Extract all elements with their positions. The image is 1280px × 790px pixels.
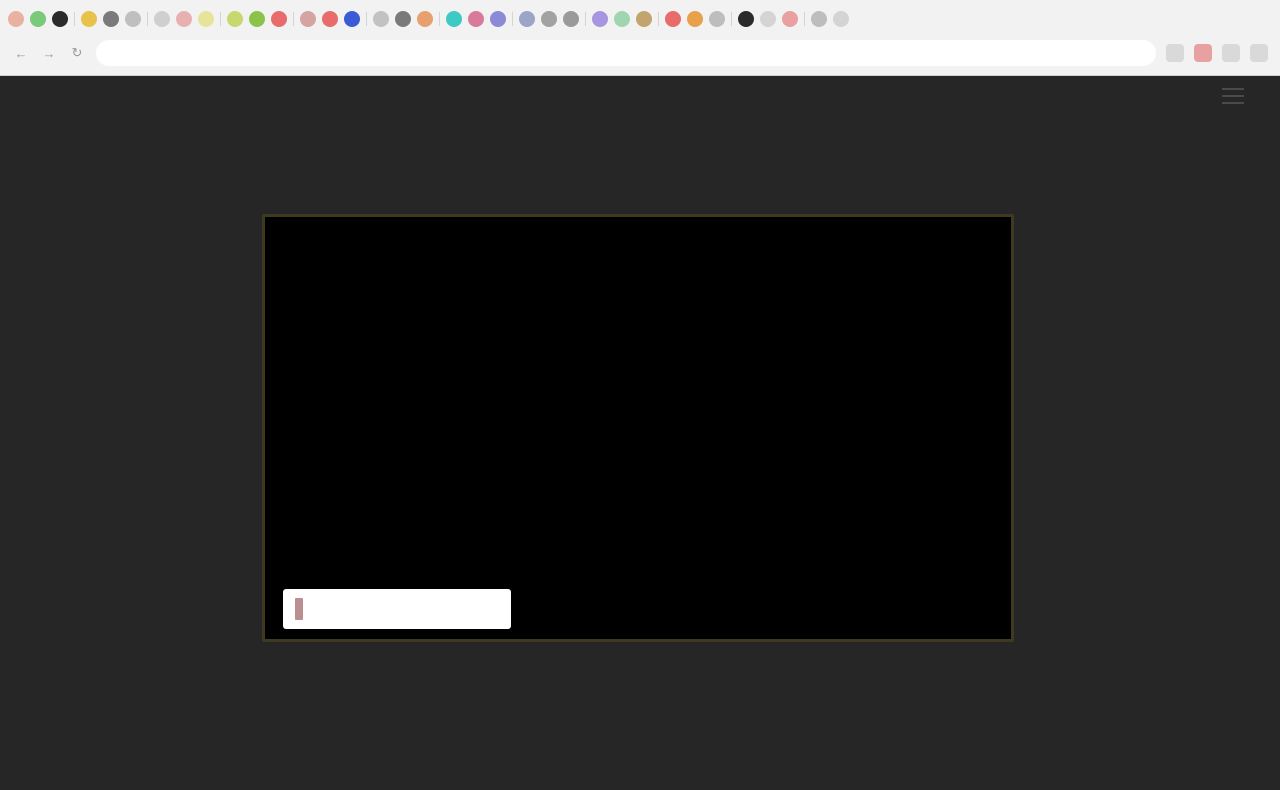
tab-separator: [439, 12, 440, 26]
tab-favicon-icon[interactable]: [833, 11, 849, 27]
tab-favicon-icon[interactable]: [592, 11, 608, 27]
tab-favicon-icon[interactable]: [782, 11, 798, 27]
tab-favicon-icon[interactable]: [271, 11, 287, 27]
consent-modal: [262, 214, 1014, 642]
tab-separator: [147, 12, 148, 26]
site-header: [0, 76, 1280, 116]
tab-favicon-icon[interactable]: [125, 11, 141, 27]
tab-favicon-icon[interactable]: [687, 11, 703, 27]
hamburger-menu-icon[interactable]: [1222, 88, 1244, 104]
tab-separator: [74, 12, 75, 26]
tab-favicon-icon[interactable]: [103, 11, 119, 27]
tab-favicon-icon[interactable]: [490, 11, 506, 27]
tab-favicon-icon[interactable]: [614, 11, 630, 27]
address-bar[interactable]: [96, 40, 1156, 66]
browser-chrome: ← → ↻: [0, 0, 1280, 76]
tab-separator: [366, 12, 367, 26]
tab-favicon-icon[interactable]: [636, 11, 652, 27]
tab-favicon-icon[interactable]: [468, 11, 484, 27]
tab-favicon-icon[interactable]: [249, 11, 265, 27]
extension-icon[interactable]: [1194, 44, 1212, 62]
checkbox-icon: [295, 598, 303, 620]
star-icon[interactable]: [1166, 44, 1184, 62]
tab-separator: [658, 12, 659, 26]
tab-favicon-icon[interactable]: [665, 11, 681, 27]
tab-favicon-icon[interactable]: [176, 11, 192, 27]
tab-separator: [293, 12, 294, 26]
tab-favicon-icon[interactable]: [198, 11, 214, 27]
tab-favicon-icon[interactable]: [446, 11, 462, 27]
back-icon[interactable]: ←: [12, 44, 30, 62]
tab-separator: [220, 12, 221, 26]
tab-favicon-icon[interactable]: [738, 11, 754, 27]
tab-separator: [512, 12, 513, 26]
tab-favicon-icon[interactable]: [81, 11, 97, 27]
extension-icon[interactable]: [1222, 44, 1240, 62]
tab-favicon-icon[interactable]: [227, 11, 243, 27]
tab-separator: [804, 12, 805, 26]
tab-favicon-icon[interactable]: [300, 11, 316, 27]
tab-favicon-icon[interactable]: [760, 11, 776, 27]
tab-favicon-icon[interactable]: [541, 11, 557, 27]
tab-strip: [0, 6, 1280, 32]
tab-favicon-icon[interactable]: [154, 11, 170, 27]
accept-button[interactable]: [283, 589, 511, 629]
tab-favicon-icon[interactable]: [52, 11, 68, 27]
forward-icon[interactable]: →: [40, 44, 58, 62]
tab-favicon-icon[interactable]: [519, 11, 535, 27]
tab-separator: [585, 12, 586, 26]
tab-favicon-icon[interactable]: [373, 11, 389, 27]
tab-favicon-icon[interactable]: [322, 11, 338, 27]
tab-favicon-icon[interactable]: [8, 11, 24, 27]
tab-favicon-icon[interactable]: [811, 11, 827, 27]
tab-favicon-icon[interactable]: [344, 11, 360, 27]
tab-favicon-icon[interactable]: [709, 11, 725, 27]
tab-favicon-icon[interactable]: [563, 11, 579, 27]
tab-favicon-icon[interactable]: [417, 11, 433, 27]
site-nav: [1106, 88, 1244, 104]
reload-icon[interactable]: ↻: [68, 44, 86, 62]
tab-favicon-icon[interactable]: [395, 11, 411, 27]
tab-favicon-icon[interactable]: [30, 11, 46, 27]
tab-separator: [731, 12, 732, 26]
browser-toolbar: ← → ↻: [0, 36, 1280, 70]
profile-icon[interactable]: [1250, 44, 1268, 62]
